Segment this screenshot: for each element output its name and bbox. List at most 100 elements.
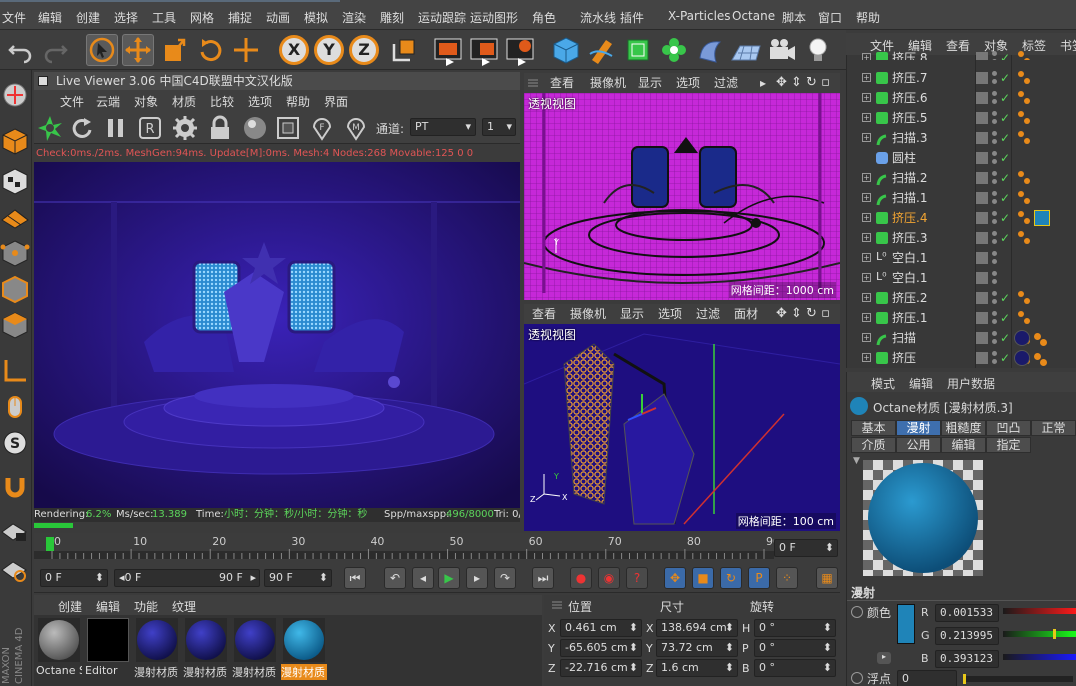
object-row[interactable]: + 挤压.4 ✓ (846, 208, 1076, 228)
object-name[interactable]: 扫描.3 (892, 128, 927, 148)
key-position-icon[interactable]: ✥ (664, 567, 686, 589)
render-view-icon[interactable] (432, 34, 464, 66)
editor-visibility-dot[interactable] (992, 111, 997, 116)
live-viewer-menu-item[interactable]: 帮助 (286, 93, 310, 110)
phong-tag-icon[interactable] (1024, 58, 1030, 60)
float-slider[interactable] (963, 674, 1073, 684)
region-render-icon[interactable]: R (138, 116, 162, 140)
phong-tag-icon[interactable] (1018, 111, 1024, 117)
position-field[interactable]: -65.605 cm ⬍ (560, 639, 642, 657)
expand-button[interactable]: ▸ (877, 652, 891, 664)
g-slider-thumb[interactable] (1053, 629, 1056, 639)
phong-tag-icon[interactable] (1034, 353, 1041, 360)
expand-icon[interactable]: + (862, 93, 871, 102)
attribute-tab[interactable]: 粗糙度 (941, 420, 986, 436)
attribute-tab[interactable]: 公用 (896, 437, 941, 453)
layer-icon[interactable] (976, 272, 988, 284)
menu-item[interactable]: 渲染 (342, 9, 366, 26)
drag-handle-icon[interactable] (528, 78, 538, 88)
layer-icon[interactable] (976, 192, 988, 204)
enabled-check-icon[interactable]: ✓ (1000, 228, 1010, 248)
menu-item[interactable]: 脚本 (782, 9, 806, 26)
rotation-field[interactable]: 0 ° ⬍ (754, 619, 836, 637)
menu-item[interactable]: 捕捉 (228, 9, 252, 26)
attribute-tab[interactable]: 编辑 (941, 437, 986, 453)
attribute-tab[interactable]: 指定 (986, 437, 1031, 453)
b-slider[interactable] (1003, 654, 1076, 660)
expand-icon[interactable]: + (862, 173, 871, 182)
go-to-start-icon[interactable]: ⏮ (344, 567, 366, 589)
enabled-check-icon[interactable]: ✓ (1000, 68, 1010, 88)
polygons-mode-icon[interactable] (0, 310, 30, 340)
viewport-menu-item[interactable]: 显示 (638, 73, 662, 93)
menu-item[interactable]: 插件 (620, 9, 644, 26)
viewport-menu-item[interactable]: 显示 (620, 304, 644, 324)
expand-icon[interactable]: + (862, 253, 871, 262)
light-icon[interactable] (802, 34, 834, 66)
live-viewer-menu-item[interactable]: 比较 (210, 93, 234, 110)
object-row[interactable]: 圆柱 ✓ (846, 148, 1076, 168)
frame-range-slider[interactable]: ◂0 F 90 F ▸ (114, 569, 260, 587)
phong-tag-icon[interactable] (1024, 238, 1030, 244)
object-row[interactable]: + 扫描.3 ✓ (846, 128, 1076, 148)
enabled-check-icon[interactable]: ✓ (1000, 48, 1010, 60)
perspective-viewport-top[interactable]: Y 透视视图 网格间距：1000 cm (524, 93, 840, 300)
menu-item[interactable]: Octane (732, 9, 775, 23)
menu-item[interactable]: 文件 (2, 9, 26, 26)
object-name[interactable]: 挤压.6 (892, 88, 927, 108)
menu-item[interactable]: 角色 (532, 9, 556, 26)
rotation-field[interactable]: 0 ° ⬍ (754, 659, 836, 677)
editor-visibility-dot[interactable] (992, 231, 997, 236)
layer-icon[interactable] (976, 252, 988, 264)
enabled-check-icon[interactable]: ✓ (1000, 128, 1010, 148)
editor-visibility-dot[interactable] (992, 151, 997, 156)
octane-logo-icon[interactable] (36, 114, 64, 142)
float-value-field[interactable]: 0 (897, 670, 957, 686)
step-back-icon[interactable]: ◂ (412, 567, 434, 589)
viewport-menu-item[interactable]: 面材 (734, 304, 758, 324)
editor-visibility-dot[interactable] (992, 191, 997, 196)
menu-item[interactable]: 雕刻 (380, 9, 404, 26)
object-name[interactable]: 挤压.4 (892, 208, 927, 228)
menu-item[interactable]: 模拟 (304, 9, 328, 26)
material-tag-icon[interactable] (1014, 330, 1030, 346)
attribute-menu-item[interactable]: 用户数据 (947, 375, 995, 392)
material-item[interactable]: Editor (85, 618, 131, 678)
layer-icon[interactable] (976, 112, 988, 124)
expand-icon[interactable]: + (862, 213, 871, 222)
render-visibility-dot[interactable] (992, 199, 997, 204)
material-tag-icon[interactable] (1034, 210, 1050, 226)
attribute-tab[interactable]: 基本 (851, 420, 896, 436)
deformer-icon[interactable] (694, 34, 726, 66)
object-row[interactable]: + 扫描 ✓ (846, 328, 1076, 348)
render-visibility-dot[interactable] (992, 239, 997, 244)
viewport-nav-icons[interactable]: ✥ ⇕ ↻ ▫ (776, 73, 830, 93)
phong-tag-icon[interactable] (1024, 78, 1030, 84)
editor-visibility-dot[interactable] (992, 351, 997, 356)
menu-item[interactable]: 窗口 (818, 9, 842, 26)
float-slider-thumb[interactable] (963, 674, 966, 684)
render-visibility-dot[interactable] (992, 319, 997, 324)
phong-tag-icon[interactable] (1018, 51, 1024, 57)
object-row[interactable]: + 挤压.2 ✓ (846, 288, 1076, 308)
clay-mode-icon[interactable] (276, 116, 300, 140)
cube-icon[interactable] (550, 34, 582, 66)
channel-count-select[interactable]: 1 ▾ (482, 118, 516, 136)
color-radio[interactable] (851, 606, 863, 618)
material-menu-item[interactable]: 功能 (134, 598, 158, 615)
step-forward-icon[interactable]: ▸ (466, 567, 488, 589)
attribute-tab[interactable]: 漫射 (896, 420, 941, 436)
editor-visibility-dot[interactable] (992, 171, 997, 176)
render-settings-icon[interactable] (504, 34, 536, 66)
layer-icon[interactable] (976, 172, 988, 184)
layer-icon[interactable] (976, 132, 988, 144)
editor-visibility-dot[interactable] (992, 211, 997, 216)
pause-render-icon[interactable] (104, 116, 128, 140)
coordinate-system-icon[interactable] (388, 34, 420, 66)
object-row[interactable]: + 扫描.2 ✓ (846, 168, 1076, 188)
material-preview[interactable] (863, 460, 983, 576)
object-name[interactable]: 挤压.2 (892, 288, 927, 308)
object-row[interactable]: + 挤压.6 ✓ (846, 88, 1076, 108)
settings-gear-icon[interactable] (172, 115, 198, 141)
key-rotation-icon[interactable]: ↻ (720, 567, 742, 589)
